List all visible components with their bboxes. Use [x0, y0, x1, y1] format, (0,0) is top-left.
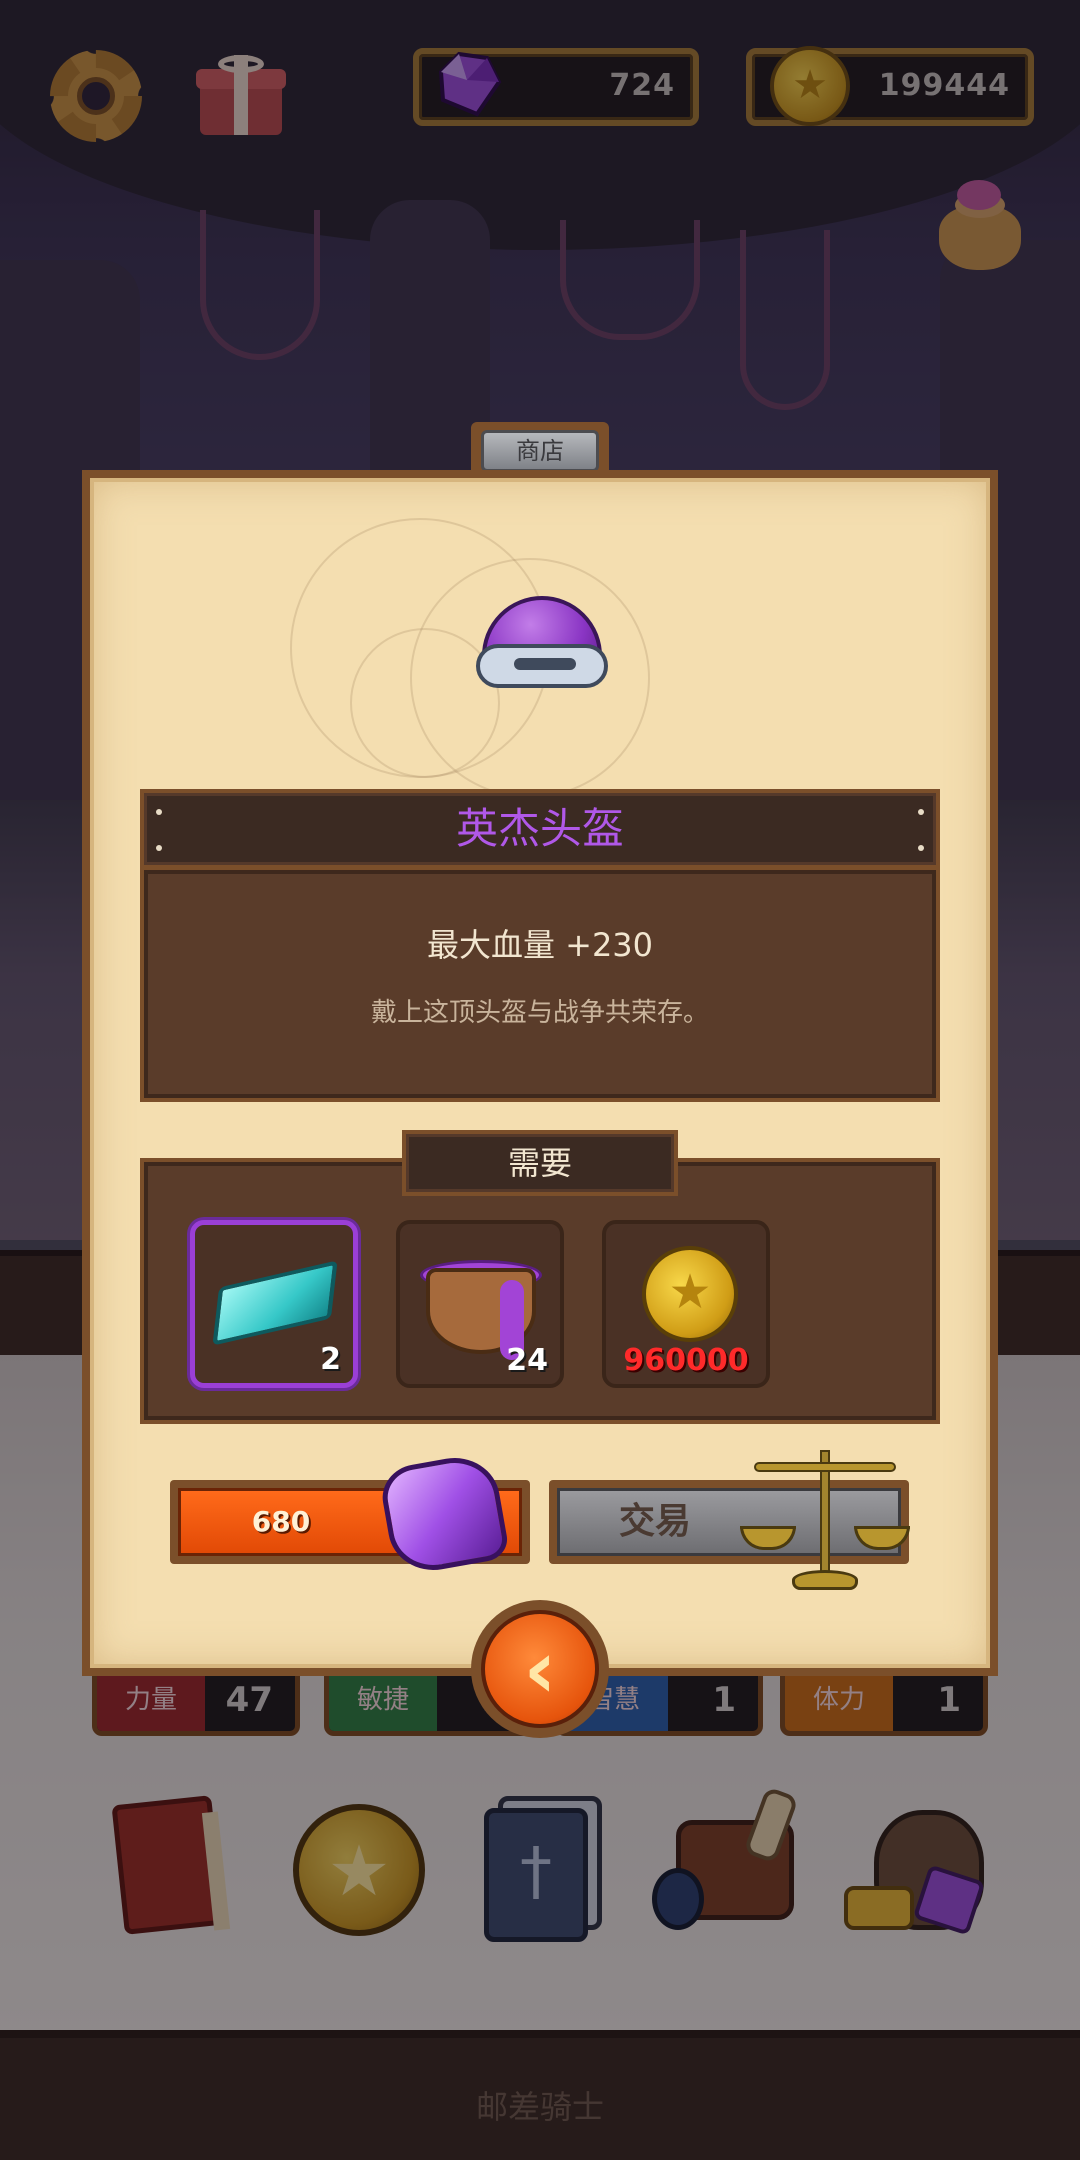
item-flavor-text: 戴上这顶头盔与战争共荣存。 — [370, 998, 709, 1028]
gem-price: 680 — [251, 1505, 311, 1538]
item-name: 英杰头盔 — [455, 804, 624, 853]
item-description-box: 最大血量 +230 戴上这顶头盔与战争共荣存。 — [140, 866, 940, 1102]
requirement-slot-goo[interactable]: 24 — [396, 1220, 564, 1388]
gold-coin-icon — [642, 1246, 738, 1342]
requirement-qty: 2 — [320, 1342, 341, 1377]
shop-tab: 商店 — [481, 430, 599, 472]
item-name-plate: 英杰头盔 — [140, 789, 940, 869]
requirement-qty-insufficient: 960000 — [623, 1343, 749, 1378]
crystal-ingot-icon — [212, 1260, 338, 1346]
helmet-icon — [476, 596, 608, 700]
requirement-slot-gold[interactable]: 960000 — [602, 1220, 770, 1388]
chevron-left-icon: ‹ — [523, 1623, 557, 1716]
requirement-slot-ingot[interactable]: 2 — [190, 1220, 358, 1388]
requirements-title: 需要 — [402, 1130, 678, 1196]
scales-icon — [740, 1440, 910, 1590]
gem-icon — [377, 1450, 511, 1578]
item-stat-bonus: 最大血量 +230 — [426, 926, 654, 964]
back-button[interactable]: ‹ — [471, 1600, 609, 1738]
trade-label: 交易 — [618, 1501, 691, 1542]
requirement-qty: 24 — [506, 1343, 548, 1378]
